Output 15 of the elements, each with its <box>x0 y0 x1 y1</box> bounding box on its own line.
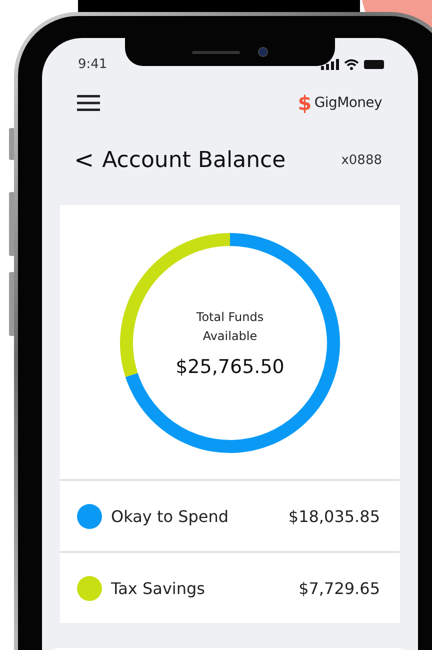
back-button[interactable]: < <box>74 146 102 174</box>
signal-icon <box>321 58 339 70</box>
category-amount: $18,035.85 <box>288 506 380 526</box>
page-title: Account Balance <box>102 148 287 172</box>
category-name: Tax Savings <box>111 578 206 598</box>
battery-icon <box>364 60 384 68</box>
total-amount: $25,765.50 <box>176 356 284 378</box>
category-name: Okay to Spend <box>111 506 230 526</box>
status-time: 9:41 <box>78 56 108 72</box>
app-logo: $GigMoney <box>298 91 382 115</box>
total-label: Total Funds Available <box>195 309 265 345</box>
category-amount: $7,729.65 <box>298 578 380 598</box>
account-number: x0888 <box>341 152 382 168</box>
menu-icon[interactable] <box>77 95 100 111</box>
wifi-icon <box>344 58 359 70</box>
